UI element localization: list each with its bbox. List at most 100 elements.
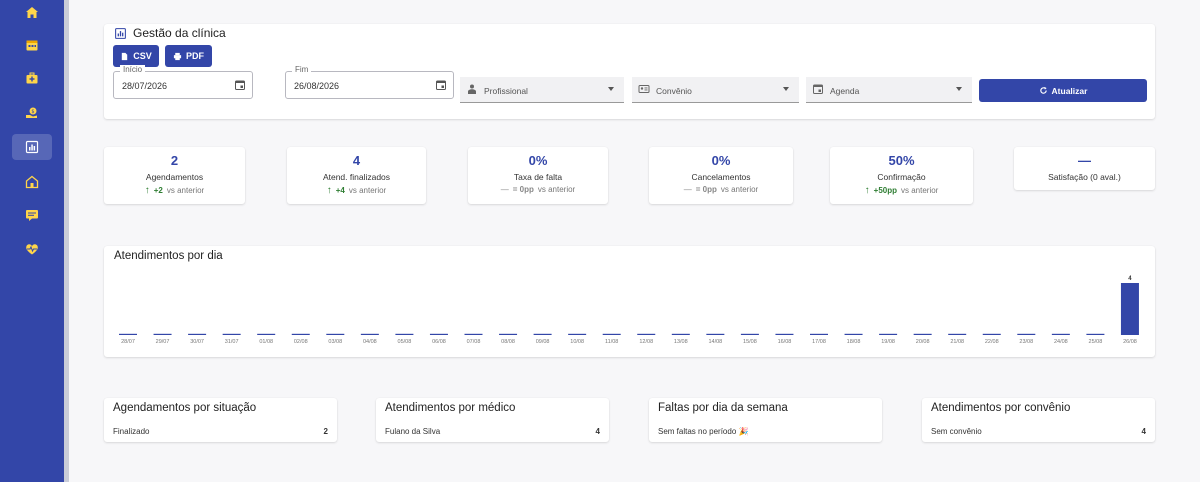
- money-hand-icon: $: [26, 107, 37, 118]
- calendar-picker-icon[interactable]: [234, 79, 246, 91]
- medical-bag-icon: [26, 72, 38, 84]
- export-csv-button[interactable]: CSV: [113, 45, 159, 67]
- x-tick-label: 01/08: [259, 339, 273, 345]
- kpi-delta: ↑ +50pp vs anterior: [830, 185, 973, 196]
- chart-bar[interactable]: [706, 333, 725, 335]
- x-tick-label: 19/08: [881, 339, 895, 345]
- nav-medical-bag[interactable]: [12, 65, 52, 91]
- chart-bar[interactable]: [360, 333, 379, 335]
- summary-card-title: Faltas por dia da semana: [658, 402, 788, 414]
- chart-bar[interactable]: [1120, 283, 1139, 335]
- kpi-delta-suffix: vs anterior: [720, 185, 759, 194]
- nav-messages[interactable]: [12, 202, 52, 228]
- chart-bar[interactable]: [948, 333, 967, 335]
- kpi-label: Atend. finalizados: [322, 172, 391, 182]
- chart-bar[interactable]: [499, 333, 518, 335]
- chevron-down-icon: [956, 87, 962, 91]
- chart-bar[interactable]: [740, 333, 759, 335]
- chart-bar[interactable]: [982, 333, 1001, 335]
- kpi-delta-suffix: vs anterior: [166, 186, 205, 195]
- calendar-icon: [813, 84, 823, 94]
- svg-text:$: $: [31, 109, 34, 115]
- summary-card: Faltas por dia da semana Sem faltas no pe…: [649, 398, 882, 442]
- nav-health[interactable]: [12, 236, 52, 262]
- chart-bar[interactable]: [775, 333, 794, 335]
- refresh-button[interactable]: Atualizar: [979, 79, 1147, 102]
- chart-bar[interactable]: [291, 333, 310, 335]
- kpi-delta-value: +4: [335, 186, 345, 195]
- x-tick-label: 13/08: [674, 339, 688, 345]
- kpi-delta: ↑ +4 vs anterior: [287, 185, 426, 196]
- kpi-delta: ↑ +2 vs anterior: [104, 185, 245, 196]
- x-tick-label: 07/08: [467, 339, 481, 345]
- chart-bar[interactable]: [1086, 333, 1105, 335]
- nav-home[interactable]: [12, 0, 52, 26]
- insurance-select[interactable]: Convênio: [632, 77, 799, 103]
- heart-pulse-icon: [26, 244, 38, 255]
- list-item: Finalizado 2: [113, 427, 328, 436]
- house-outline-icon: [25, 175, 39, 189]
- chart-bar[interactable]: [429, 333, 448, 335]
- chart-bar[interactable]: [602, 333, 621, 335]
- professional-select[interactable]: Profissional: [460, 77, 624, 103]
- summary-card: Agendamentos por situação Finalizado 2: [104, 398, 337, 442]
- list-item-label: Sem faltas no período 🎉: [658, 427, 749, 436]
- list-item: Fulano da Silva 4: [385, 427, 600, 436]
- list-item-value: 4: [1141, 427, 1146, 436]
- chart-bar[interactable]: [568, 333, 587, 335]
- schedule-select[interactable]: Agenda: [806, 77, 972, 103]
- end-date-value: 26/08/2026: [294, 81, 340, 91]
- chart-bar[interactable]: [637, 333, 656, 335]
- id-card-icon: [638, 85, 650, 93]
- kpi-card: — Satisfação (0 aval.): [1014, 147, 1155, 190]
- x-tick-label: 29/07: [156, 339, 170, 345]
- x-tick-label: 02/08: [294, 339, 308, 345]
- nav-finance[interactable]: $: [12, 100, 52, 126]
- calendar-picker-icon[interactable]: [435, 79, 447, 91]
- x-tick-label: 21/08: [950, 339, 964, 345]
- file-icon: [122, 52, 128, 60]
- kpi-label: Satisfação (0 aval.): [1048, 172, 1121, 182]
- summary-card-title: Agendamentos por situação: [113, 402, 257, 414]
- x-tick-label: 03/08: [328, 339, 342, 345]
- chart-bar[interactable]: [1017, 333, 1036, 335]
- summary-card: Atendimentos por convênio Sem convênio 4: [922, 398, 1155, 442]
- chart-bar[interactable]: [533, 333, 552, 335]
- chart-bar[interactable]: [810, 333, 828, 335]
- filters-card: Gestão da clínica CSV PDF Início 28/07/2…: [104, 24, 1155, 119]
- chart-bar[interactable]: [671, 333, 690, 335]
- kpi-label: Agendamentos: [145, 172, 204, 182]
- nav-reports[interactable]: [12, 134, 52, 160]
- chart-bar[interactable]: [188, 333, 207, 335]
- chart-bar[interactable]: [913, 333, 932, 335]
- x-tick-label: 31/07: [225, 339, 239, 345]
- chart-bar[interactable]: [1051, 333, 1070, 335]
- chart-bar[interactable]: [326, 333, 345, 335]
- end-date-field[interactable]: Fim 26/08/2026: [285, 65, 454, 99]
- page-title: Gestão da clínica: [114, 26, 226, 40]
- start-date-field[interactable]: Início 28/07/2026: [113, 65, 253, 99]
- export-pdf-button[interactable]: PDF: [165, 45, 212, 67]
- chart-bar[interactable]: [257, 333, 276, 335]
- chart-bar[interactable]: [222, 333, 241, 335]
- x-tick-label: 12/08: [639, 339, 653, 345]
- nav-calendar[interactable]: [12, 32, 52, 58]
- chart-bar[interactable]: [879, 333, 898, 335]
- kpi-delta-suffix: vs anterior: [900, 186, 939, 195]
- x-tick-label: 08/08: [501, 339, 515, 345]
- x-tick-label: 09/08: [536, 339, 550, 345]
- nav-clinic[interactable]: [12, 169, 52, 195]
- end-date-label: Fim: [292, 65, 312, 74]
- chart-bar[interactable]: [464, 333, 483, 335]
- chart-bar[interactable]: [395, 333, 414, 335]
- person-badge-icon: [468, 84, 476, 94]
- kpi-value: 50%: [888, 153, 915, 168]
- chart-bar[interactable]: [119, 333, 137, 335]
- list-item-label: Fulano da Silva: [385, 427, 441, 436]
- chart-bar[interactable]: [153, 333, 172, 335]
- chevron-down-icon: [608, 87, 614, 91]
- x-tick-label: 14/08: [708, 339, 722, 345]
- kpi-value: 2: [170, 153, 179, 168]
- chart-bar[interactable]: [844, 333, 863, 335]
- x-tick-label: 06/08: [432, 339, 446, 345]
